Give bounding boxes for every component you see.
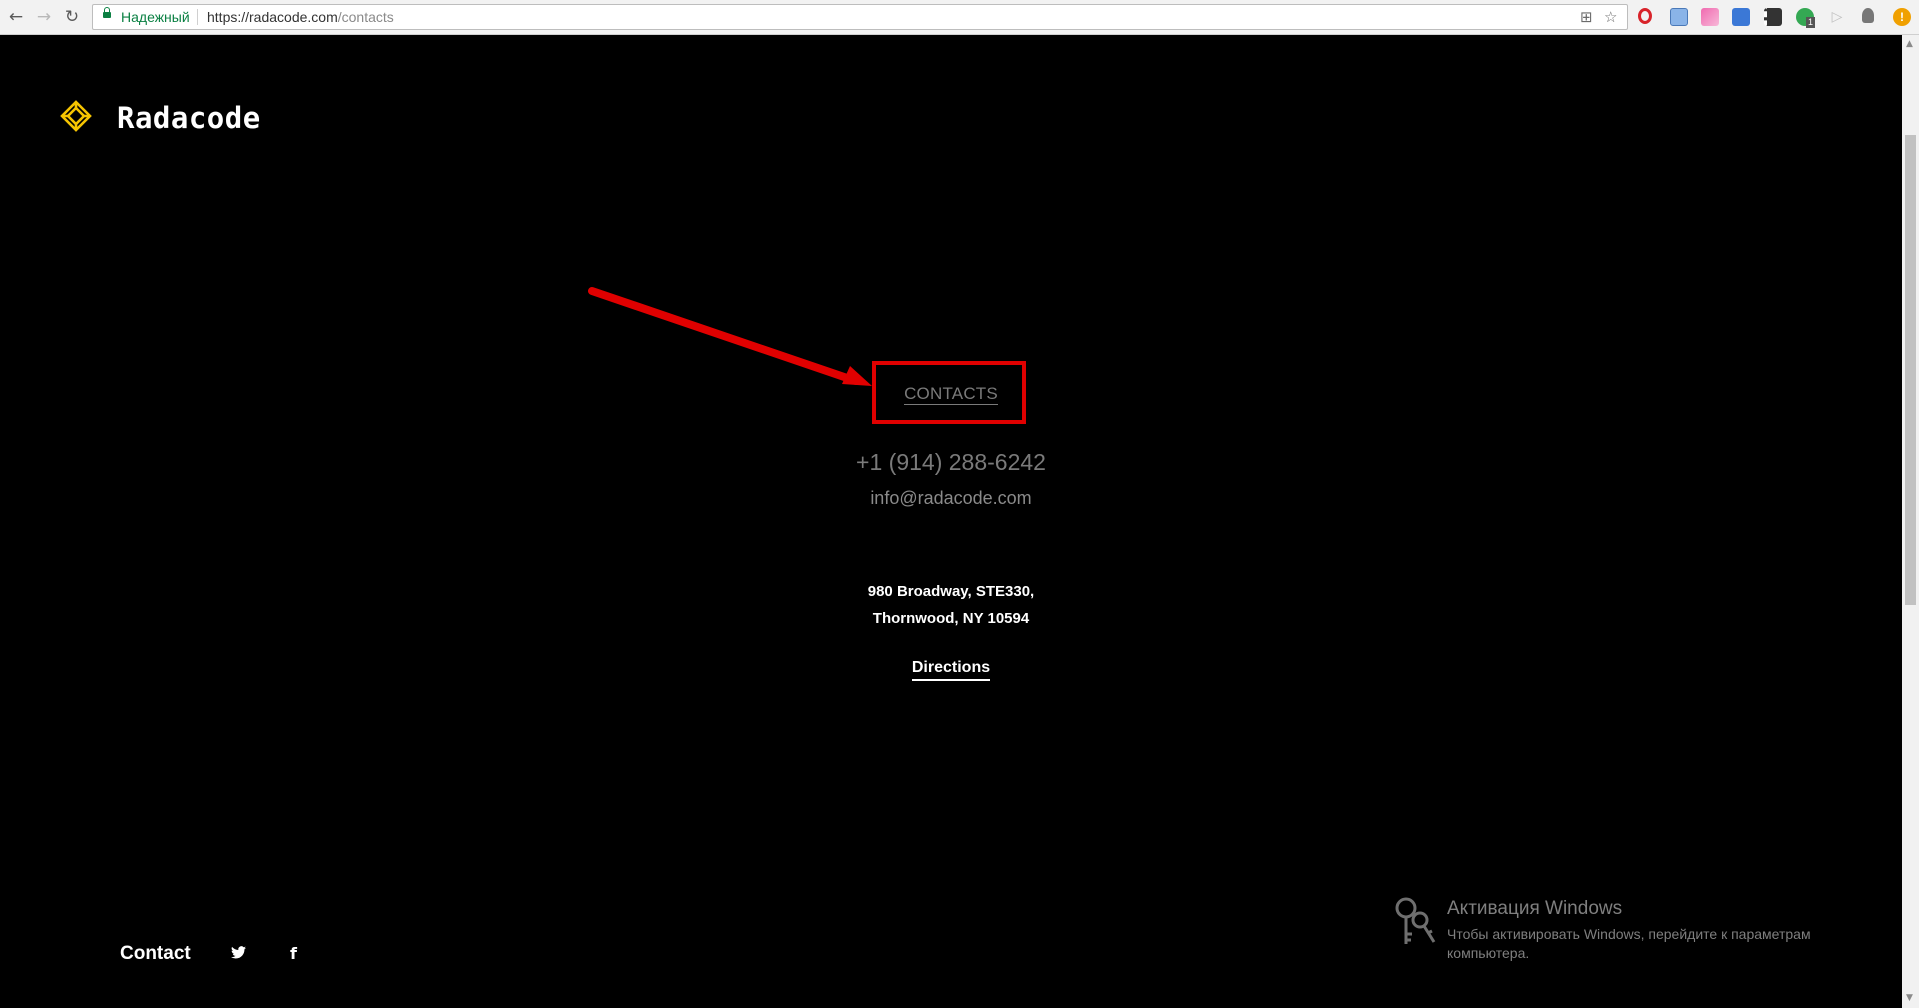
reload-icon[interactable]: ↻ bbox=[62, 7, 82, 27]
email-address[interactable]: info@radacode.com bbox=[0, 488, 1902, 509]
url-host: https://radacode.com bbox=[207, 9, 338, 25]
annotation-arrow bbox=[588, 287, 872, 386]
forward-arrow-icon[interactable]: → bbox=[34, 7, 54, 27]
secure-label: Надежный bbox=[121, 9, 190, 25]
keys-icon bbox=[1395, 897, 1436, 944]
address-bar[interactable]: Надежный https://radacode.com/contacts ⊞… bbox=[92, 4, 1628, 30]
footer-contact-link[interactable]: Contact bbox=[120, 943, 191, 965]
contacts-link-label: CONTACTS bbox=[904, 384, 998, 405]
opera-icon[interactable] bbox=[1638, 8, 1652, 24]
play-icon[interactable]: ▷ bbox=[1827, 7, 1847, 27]
film-icon[interactable] bbox=[1764, 8, 1782, 26]
windows-activation-title: Активация Windows bbox=[1447, 898, 1623, 919]
url-separator bbox=[197, 9, 198, 25]
page-scrollbar[interactable]: ▲ ▼ bbox=[1902, 35, 1919, 1008]
translate-extension-icon[interactable] bbox=[1732, 8, 1750, 26]
twitter-icon[interactable] bbox=[231, 944, 246, 963]
url-text[interactable]: https://radacode.com/contacts bbox=[207, 9, 394, 25]
extension-badge: 1 bbox=[1806, 17, 1816, 28]
back-arrow-icon[interactable]: ← bbox=[6, 7, 26, 27]
extension-icon[interactable] bbox=[1701, 8, 1719, 26]
contacts-nav-link[interactable]: CONTACTS bbox=[0, 384, 1902, 405]
warning-icon[interactable]: ! bbox=[1893, 8, 1911, 26]
star-icon[interactable]: ☆ bbox=[1604, 8, 1617, 26]
radacode-logo-icon[interactable] bbox=[60, 100, 92, 132]
phone-number[interactable]: +1 (914) 288-6242 bbox=[0, 449, 1902, 476]
extension-icon[interactable] bbox=[1670, 8, 1688, 26]
directions-label: Directions bbox=[911, 659, 991, 681]
directions-link[interactable]: Directions bbox=[0, 659, 1902, 681]
lightbulb-icon[interactable] bbox=[1862, 8, 1874, 23]
scroll-down-icon[interactable]: ▼ bbox=[1906, 993, 1913, 1003]
browser-toolbar: ← → ↻ Надежный https://radacode.com/cont… bbox=[0, 0, 1919, 35]
scroll-up-icon[interactable]: ▲ bbox=[1906, 39, 1913, 49]
shield-check-icon[interactable]: 1 bbox=[1796, 8, 1816, 28]
address-line-1: 980 Broadway, STE330, bbox=[867, 583, 1035, 600]
windows-activation-subtitle: Чтобы активировать Windows, перейдите к … bbox=[1447, 926, 1811, 961]
twitter-bird-icon bbox=[231, 946, 246, 959]
lock-icon bbox=[103, 7, 111, 18]
scrollbar-thumb[interactable] bbox=[1905, 135, 1916, 605]
address-line-2: Thornwood, NY 10594 bbox=[872, 610, 1030, 627]
url-path: /contacts bbox=[337, 9, 394, 25]
facebook-icon[interactable]: f bbox=[290, 944, 297, 963]
brand-name[interactable]: Radacode bbox=[117, 101, 261, 135]
translate-icon[interactable]: ⊞ bbox=[1580, 8, 1593, 26]
